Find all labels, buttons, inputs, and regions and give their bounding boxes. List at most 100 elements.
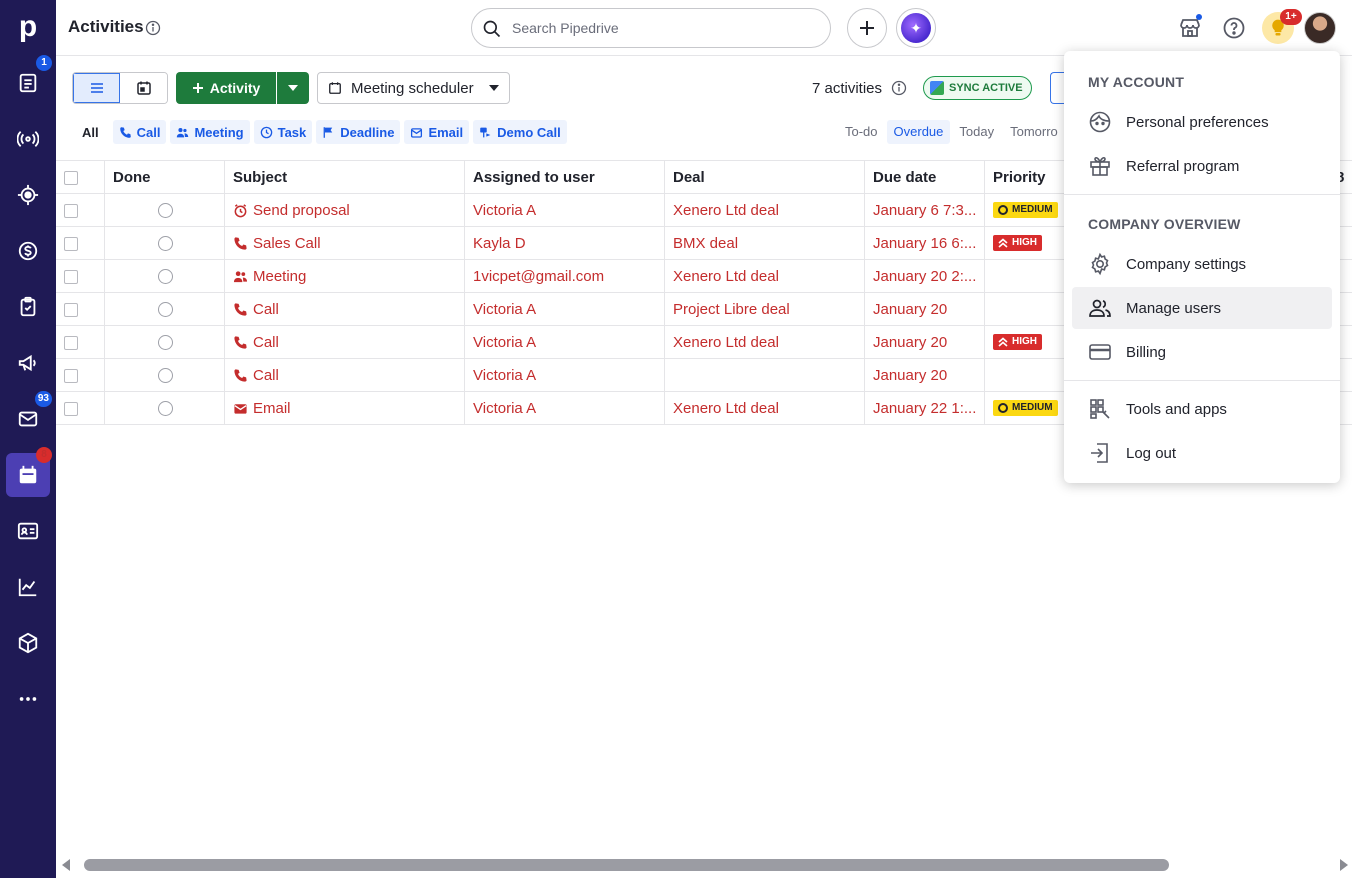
due-date-cell[interactable]: January 20	[865, 326, 985, 359]
deal-cell[interactable]: Xenero Ltd deal	[665, 260, 865, 293]
assigned-user-cell[interactable]: Victoria A	[465, 293, 665, 326]
filter-task[interactable]: Task	[253, 120, 313, 144]
menu-item-billing[interactable]: Billing	[1072, 331, 1332, 373]
due-date-cell[interactable]: January 6 7:3...	[865, 194, 985, 227]
assigned-user-cell[interactable]: Kayla D	[465, 227, 665, 260]
deal-cell[interactable]: Project Libre deal	[665, 293, 865, 326]
sidebar-item-deals[interactable]	[6, 229, 50, 273]
calendar-sync-badge[interactable]: SYNC ACTIVE	[923, 76, 1032, 100]
subject-cell[interactable]: Call	[225, 359, 465, 392]
search-input[interactable]	[512, 18, 812, 38]
sidebar-item-insights[interactable]	[6, 565, 50, 609]
row-checkbox[interactable]	[64, 336, 78, 350]
quick-add-button[interactable]	[847, 8, 887, 48]
due-date-cell[interactable]: January 22 1:...	[865, 392, 985, 425]
mark-done-toggle[interactable]	[158, 269, 173, 284]
filter-email[interactable]: Email	[404, 120, 470, 144]
horizontal-scrollbar[interactable]	[56, 854, 1352, 878]
subject-cell[interactable]: Email	[225, 392, 465, 425]
global-search[interactable]	[471, 8, 831, 48]
meeting-scheduler-button[interactable]: Meeting scheduler	[317, 72, 510, 104]
due-date-cell[interactable]: January 20 2:...	[865, 260, 985, 293]
row-checkbox[interactable]	[64, 402, 78, 416]
subject-cell[interactable]: Call	[225, 326, 465, 359]
priority-label: HIGH	[1012, 237, 1037, 249]
assigned-user-cell[interactable]: Victoria A	[465, 194, 665, 227]
filter-deadline[interactable]: Deadline	[316, 120, 401, 144]
due-date-cell[interactable]: January 20	[865, 359, 985, 392]
deal-cell[interactable]: Xenero Ltd deal	[665, 326, 865, 359]
subject-cell[interactable]: Sales Call	[225, 227, 465, 260]
date-filter-tomorrow[interactable]: Tomorro	[1003, 120, 1065, 144]
subject-cell[interactable]: Meeting	[225, 260, 465, 293]
deal-cell[interactable]: BMX deal	[665, 227, 865, 260]
scrollbar-thumb[interactable]	[84, 859, 1169, 871]
column-header-assigned-user[interactable]: Assigned to user	[465, 161, 665, 195]
mark-done-toggle[interactable]	[158, 401, 173, 416]
date-filter-overdue[interactable]: Overdue	[886, 120, 951, 144]
ai-assistant-button[interactable]: ✦	[896, 8, 936, 48]
assigned-user-cell[interactable]: Victoria A	[465, 359, 665, 392]
column-header-deal[interactable]: Deal	[665, 161, 865, 195]
scroll-right-arrow[interactable]	[1340, 859, 1348, 871]
pipedrive-logo[interactable]: p	[14, 10, 42, 44]
subject-cell[interactable]: Call	[225, 293, 465, 326]
add-activity-dropdown[interactable]	[277, 72, 309, 104]
user-avatar[interactable]	[1304, 12, 1336, 44]
sidebar-item-leads[interactable]: 1	[6, 55, 52, 105]
assigned-user-cell[interactable]: Victoria A	[465, 326, 665, 359]
column-header-due-date[interactable]: Due date	[865, 161, 985, 195]
menu-item-personal-preferences[interactable]: Personal preferences	[1072, 101, 1332, 143]
menu-item-company-settings[interactable]: Company settings	[1072, 243, 1332, 285]
column-header-done[interactable]: Done	[105, 161, 225, 195]
sidebar-item-target[interactable]	[6, 173, 50, 217]
mark-done-toggle[interactable]	[158, 335, 173, 350]
filter-demo-call[interactable]: Demo Call	[473, 120, 567, 144]
due-date-cell[interactable]: January 16 6:...	[865, 227, 985, 260]
filter-call[interactable]: Call	[112, 120, 167, 144]
campaigns-megaphone-icon	[18, 354, 36, 372]
due-date-cell[interactable]: January 20	[865, 293, 985, 326]
menu-item-tools-and-apps[interactable]: Tools and apps	[1072, 388, 1332, 430]
scroll-left-arrow[interactable]	[62, 859, 70, 871]
sidebar-item-campaigns[interactable]	[6, 341, 50, 385]
sidebar-item-contacts[interactable]	[6, 509, 50, 553]
sidebar-item-more[interactable]	[6, 677, 50, 721]
calendar-view-button[interactable]	[120, 73, 167, 103]
menu-item-referral-program[interactable]: Referral program	[1072, 145, 1332, 187]
info-icon[interactable]	[145, 20, 161, 36]
filter-all[interactable]: All	[72, 125, 109, 140]
select-all-checkbox[interactable]	[64, 171, 78, 185]
assigned-user-cell[interactable]: Victoria A	[465, 392, 665, 425]
sidebar-item-products[interactable]	[6, 621, 50, 665]
mark-done-toggle[interactable]	[158, 302, 173, 317]
subject-cell[interactable]: Send proposal	[225, 194, 465, 227]
list-view-button[interactable]	[73, 73, 121, 103]
sidebar-item-mail[interactable]: 93	[6, 391, 52, 441]
sidebar-item-activities[interactable]: 8	[6, 447, 52, 497]
help-icon[interactable]	[1222, 16, 1246, 40]
row-checkbox[interactable]	[64, 237, 78, 251]
date-filter-today[interactable]: Today	[952, 120, 1001, 144]
column-header-subject[interactable]: Subject	[225, 161, 465, 195]
menu-item-log-out[interactable]: Log out	[1072, 432, 1332, 474]
sidebar-item-projects[interactable]	[6, 285, 50, 329]
row-checkbox[interactable]	[64, 270, 78, 284]
filter-meeting[interactable]: Meeting	[170, 120, 250, 144]
mark-done-toggle[interactable]	[158, 203, 173, 218]
sidebar-item-broadcast[interactable]	[6, 117, 50, 161]
mark-done-toggle[interactable]	[158, 236, 173, 251]
row-checkbox[interactable]	[64, 369, 78, 383]
deal-cell[interactable]: Xenero Ltd deal	[665, 392, 865, 425]
deal-cell[interactable]: Xenero Ltd deal	[665, 194, 865, 227]
row-checkbox[interactable]	[64, 303, 78, 317]
add-activity-button[interactable]: Activity	[176, 72, 276, 104]
menu-item-manage-users[interactable]: Manage users	[1072, 287, 1332, 329]
mark-done-toggle[interactable]	[158, 368, 173, 383]
date-filter-todo[interactable]: To-do	[838, 120, 885, 144]
info-icon[interactable]	[891, 80, 907, 96]
row-checkbox[interactable]	[64, 204, 78, 218]
assigned-user-cell[interactable]: 1vicpet@gmail.com	[465, 260, 665, 293]
add-activity-label: Activity	[209, 80, 261, 96]
deal-cell[interactable]	[665, 359, 865, 392]
